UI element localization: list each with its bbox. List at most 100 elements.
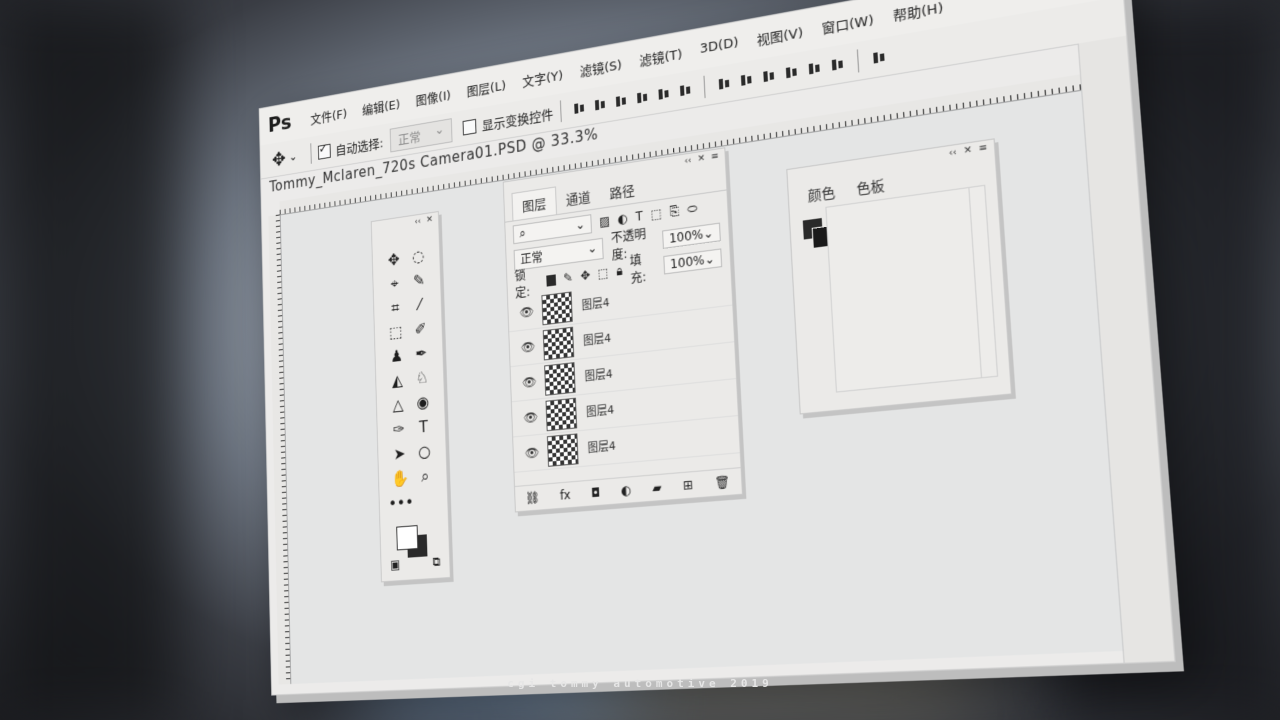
blur-tool-icon[interactable]: △ (385, 395, 410, 415)
align-hcenter-icon[interactable] (658, 86, 670, 102)
path-select-tool-icon[interactable]: ➤ (387, 444, 412, 464)
filter-adjust-icon[interactable]: ◐ (617, 211, 628, 227)
collapse-icon[interactable]: ‹‹ (948, 147, 957, 159)
chevron-down-icon: ⌄ (575, 216, 586, 232)
visibility-eye-icon[interactable]: 👁︎ (522, 374, 537, 390)
more-tools-icon[interactable]: ••• (388, 493, 414, 514)
menu-image[interactable]: 图像(I) (408, 83, 459, 110)
collapse-icon[interactable]: ‹‹ (684, 156, 692, 167)
mask-icon[interactable]: ◘ (591, 485, 601, 500)
align-top-icon[interactable] (573, 100, 585, 116)
auto-align-icon[interactable] (872, 49, 886, 66)
menu-3d[interactable]: 3D(D) (691, 33, 748, 58)
search-icon: ⌕ (519, 225, 526, 240)
chevron-down-icon[interactable]: ⌄ (289, 149, 298, 163)
filter-toggle-icon[interactable]: ⬭ (687, 200, 698, 217)
visibility-eye-icon[interactable]: 👁︎ (519, 304, 534, 320)
lock-paint-icon[interactable]: ✎ (563, 270, 573, 285)
distribute-hcenter-icon[interactable] (808, 60, 821, 77)
fill-label: 填充: (629, 252, 647, 286)
close-icon[interactable]: ✕ (426, 215, 433, 226)
auto-select-mode-value: 正常 (397, 129, 421, 148)
menu-file[interactable]: 文件(F) (303, 102, 355, 129)
panel-menu-icon[interactable]: ≡ (978, 143, 987, 155)
close-icon[interactable]: ✕ (697, 153, 705, 164)
show-transform-checkbox[interactable] (462, 118, 477, 136)
shape-tool-icon[interactable]: ○ (412, 441, 437, 462)
visibility-eye-icon[interactable]: 👁︎ (523, 410, 538, 426)
align-left-icon[interactable] (636, 89, 648, 105)
layer-name: 图层4 (585, 403, 615, 420)
auto-select-label: 自动选择: (335, 136, 384, 159)
layer-name: 图层4 (587, 439, 616, 456)
brush-tool-icon[interactable]: ✐ (408, 319, 433, 340)
layer-name: 图层4 (582, 331, 612, 348)
layer-thumbnail (542, 326, 575, 361)
new-layer-icon[interactable]: ⊞ (683, 477, 694, 493)
separator (560, 100, 562, 123)
fx-icon[interactable]: fx (560, 488, 571, 503)
menu-help[interactable]: 帮助(H) (883, 0, 954, 26)
marquee-tool-icon[interactable]: ◌ (406, 246, 431, 267)
lock-transparent-icon[interactable] (546, 273, 557, 287)
distribute-top-icon[interactable] (718, 75, 731, 91)
move-tool-icon[interactable]: ✥ (272, 147, 286, 171)
distribute-right-icon[interactable] (831, 56, 845, 73)
distribute-bottom-icon[interactable] (762, 68, 775, 84)
align-vcenter-icon[interactable] (594, 97, 606, 113)
layers-panel: ‹‹ ✕ ≡ 图层 通道 路径 ⌕ ⌄ ▨ ◐ T ⬚ ⎘ ⬭ 正常 ⌄ 不透明度: (502, 147, 744, 513)
menu-edit[interactable]: 编辑(E) (354, 92, 408, 119)
panel-menu-icon[interactable]: ≡ (711, 151, 719, 162)
adjustment-icon[interactable]: ◐ (621, 483, 632, 498)
opacity-field[interactable]: 100% ⌄ (661, 222, 721, 249)
layer-thumbnail (544, 362, 576, 396)
paint-bucket-tool-icon[interactable]: ♘ (410, 368, 435, 388)
filter-image-icon[interactable]: ▨ (599, 214, 610, 230)
layer-thumbnail (546, 433, 579, 467)
align-bottom-icon[interactable] (615, 93, 627, 109)
align-right-icon[interactable] (679, 82, 692, 98)
hand-tool-icon[interactable]: ✋ (388, 468, 414, 489)
collapse-icon[interactable]: ‹‹ (414, 217, 421, 228)
screen-mode-icon[interactable]: ⧉ (432, 554, 440, 570)
stamp-tool-icon[interactable]: ♟ (384, 346, 409, 366)
crop-tool-icon[interactable]: ⌗ (383, 298, 408, 319)
filter-smart-icon[interactable]: ⎘ (669, 203, 679, 220)
quick-mask-icon[interactable]: ▣ (390, 557, 400, 573)
distribute-vcenter-icon[interactable] (740, 72, 753, 88)
healing-tool-icon[interactable]: ⬚ (383, 322, 408, 342)
filter-shape-icon[interactable]: ⬚ (650, 206, 662, 222)
menu-view[interactable]: 视图(V) (747, 19, 813, 50)
menu-window[interactable]: 窗口(W) (812, 6, 884, 38)
lock-all-icon[interactable]: 🔒︎ (616, 263, 623, 279)
zoom-tool-icon[interactable]: ⌕ (413, 466, 438, 487)
menu-select[interactable]: 滤镜(S) (571, 52, 631, 81)
menu-type[interactable]: 文字(Y) (514, 63, 572, 92)
menu-layer[interactable]: 图层(L) (458, 73, 514, 101)
menu-filter[interactable]: 滤镜(T) (630, 41, 691, 71)
magic-wand-tool-icon[interactable]: ✎ (407, 270, 432, 291)
filter-type-icon[interactable]: T (635, 209, 643, 224)
close-icon[interactable]: ✕ (963, 145, 972, 157)
scene: Ps 文件(F) 编辑(E) 图像(I) 图层(L) 文字(Y) 滤镜(S) 滤… (0, 0, 1280, 720)
visibility-eye-icon[interactable]: 👁︎ (525, 445, 540, 461)
opacity-value: 100% (668, 226, 704, 247)
trash-icon[interactable]: 🗑︎ (714, 474, 730, 490)
foreground-color-swatch[interactable] (396, 525, 419, 551)
lock-artboard-icon[interactable]: ⬚ (597, 265, 609, 281)
pen-tool-icon[interactable]: ✑ (386, 419, 411, 440)
dodge-tool-icon[interactable]: ◉ (410, 392, 435, 412)
visibility-eye-icon[interactable]: 👁︎ (521, 339, 536, 355)
auto-select-mode-dropdown[interactable]: 正常 ⌄ (389, 117, 453, 152)
auto-select-checkbox[interactable] (317, 143, 331, 160)
move-tool-icon[interactable]: ✥ (381, 250, 406, 271)
lasso-tool-icon[interactable]: ⌖ (382, 274, 407, 295)
eraser-tool-icon[interactable]: ◭ (385, 370, 410, 391)
lock-move-icon[interactable]: ✥ (580, 268, 590, 283)
eyedropper-tool-icon[interactable]: ⁄ (407, 295, 432, 316)
distribute-left-icon[interactable] (785, 64, 798, 81)
history-brush-tool-icon[interactable]: ✒ (409, 343, 434, 363)
type-tool-icon[interactable]: T (411, 417, 436, 437)
link-icon[interactable]: ⛓︎ (525, 490, 540, 505)
group-icon[interactable]: ▰ (652, 480, 662, 495)
